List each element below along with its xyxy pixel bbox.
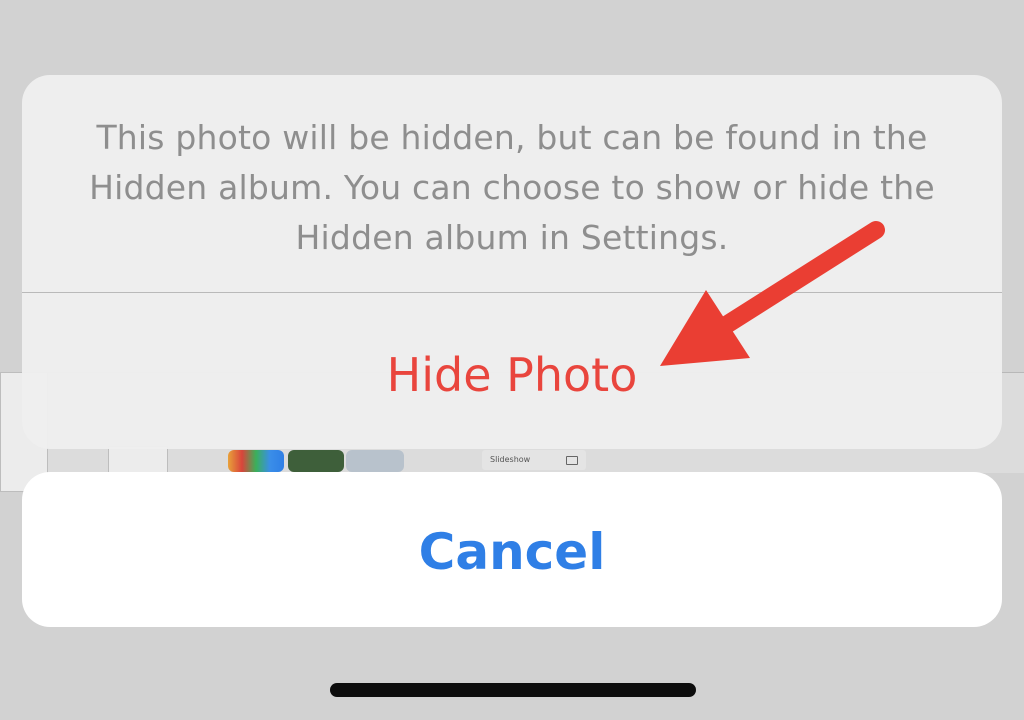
background-thumbnail	[288, 450, 344, 472]
cancel-button[interactable]: Cancel	[22, 472, 1002, 627]
background-list	[108, 446, 168, 474]
play-icon	[566, 456, 578, 465]
action-sheet-group: This photo will be hidden, but can be fo…	[22, 75, 1002, 449]
hide-photo-label: Hide Photo	[386, 348, 638, 402]
background-slideshow-label: Slideshow	[490, 455, 531, 464]
background-slideshow-row: Slideshow	[482, 450, 586, 470]
home-indicator[interactable]	[330, 683, 696, 697]
hide-photo-button[interactable]: Hide Photo	[22, 293, 1002, 449]
action-sheet-message: This photo will be hidden, but can be fo…	[89, 118, 935, 257]
cancel-label: Cancel	[418, 522, 606, 581]
background-thumbnail	[228, 450, 284, 472]
background-thumbnail	[346, 450, 404, 472]
